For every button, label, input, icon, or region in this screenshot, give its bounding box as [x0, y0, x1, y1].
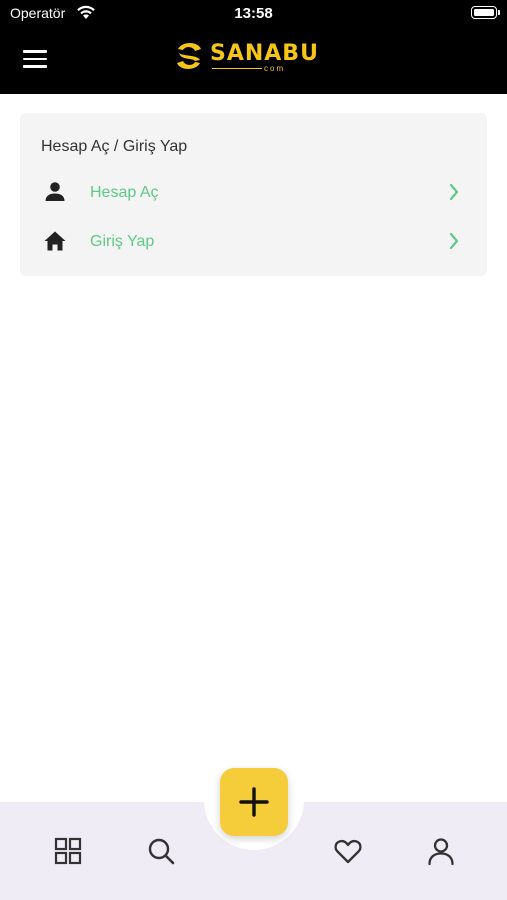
plus-icon: [239, 787, 269, 817]
nav-profile-button[interactable]: [426, 836, 456, 866]
hamburger-menu-button[interactable]: [23, 50, 47, 68]
sanabu-logo[interactable]: SANABU com: [172, 38, 318, 76]
home-icon: [44, 231, 66, 251]
sanabu-logo-mark-icon: [177, 43, 201, 69]
card-title: Hesap Aç / Giriş Yap: [41, 138, 188, 155]
user-icon: [45, 182, 65, 201]
battery-icon: [471, 6, 500, 19]
nav-search-button[interactable]: [146, 836, 176, 866]
login-label: Giriş Yap: [90, 233, 155, 250]
clock: 13:58: [234, 5, 273, 22]
add-listing-button[interactable]: [220, 768, 288, 836]
account-card: Hesap Aç / Giriş Yap Hesap Aç Giriş Yap: [20, 113, 487, 276]
user-icon: [428, 838, 454, 866]
logo-subtext: com: [264, 64, 286, 73]
logo-text: SANABU: [210, 41, 319, 66]
create-account-row[interactable]: Hesap Aç: [20, 171, 487, 215]
menu-icon-bar: [23, 50, 47, 53]
menu-icon-bar: [23, 57, 47, 60]
nav-favorites-button[interactable]: [333, 836, 363, 866]
grid-icon: [54, 837, 82, 865]
create-account-label: Hesap Aç: [90, 184, 159, 201]
nav-categories-button[interactable]: [53, 836, 83, 866]
menu-icon-bar: [23, 65, 47, 68]
chevron-right-icon: [449, 232, 459, 250]
app-header: Operatör 13:58 SANABU com: [0, 0, 507, 94]
login-row[interactable]: Giriş Yap: [20, 220, 487, 264]
chevron-right-icon: [449, 183, 459, 201]
status-bar: Operatör 13:58: [0, 0, 507, 28]
logo-divider: [212, 68, 262, 69]
heart-icon: [334, 839, 362, 864]
search-icon: [148, 838, 175, 865]
